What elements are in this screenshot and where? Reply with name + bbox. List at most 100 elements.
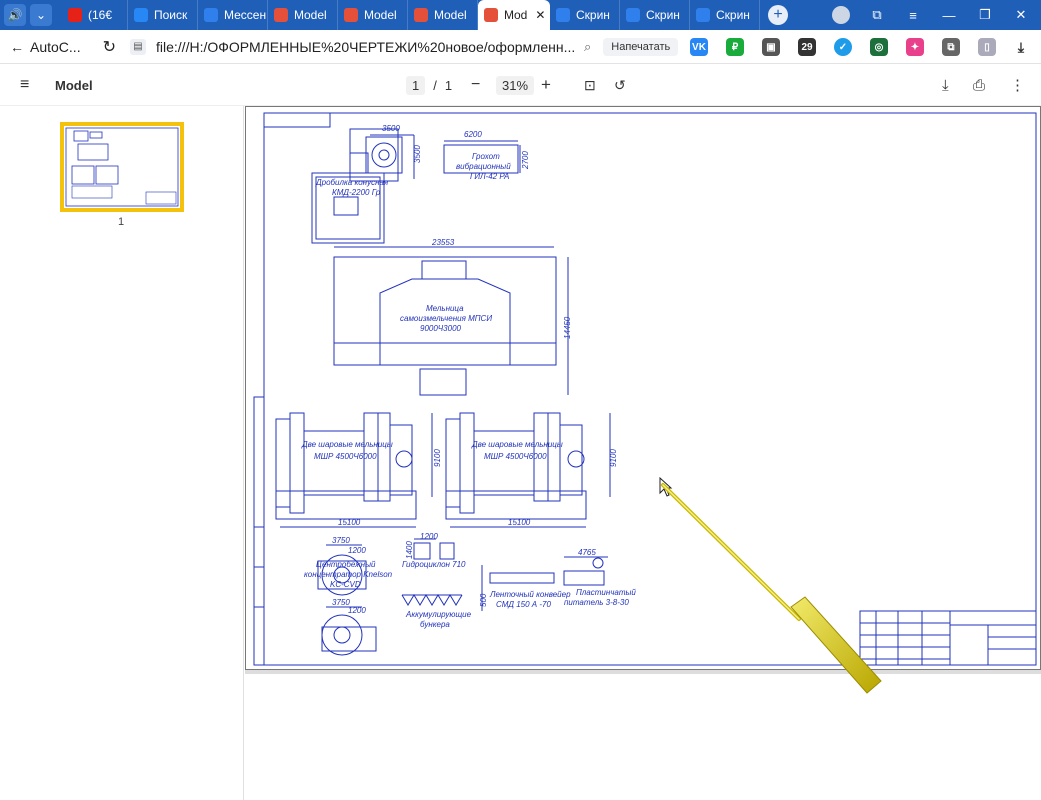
ball-mill-right (445, 412, 611, 528)
box-extension-icon[interactable]: ▣ (762, 38, 780, 56)
print-pdf-icon[interactable]: ⎙ (973, 64, 985, 106)
profile-avatar[interactable] (832, 6, 850, 24)
bunker-label-1: Аккумулирующие (405, 610, 472, 619)
screen-label-1: Грохот (472, 152, 500, 161)
back-button[interactable]: ← AutoC... (10, 39, 81, 55)
conveyor-label-2: СМД 150 А -70 (496, 600, 551, 609)
menu-icon[interactable]: ≡ (896, 0, 930, 30)
thumbnail-page-number: 1 (118, 216, 125, 228)
restore-icon[interactable]: ❐ (968, 0, 1002, 30)
zoom-level-input[interactable]: 31% (496, 75, 535, 95)
tab-label: Model (364, 8, 397, 22)
file-icon: ▤ (130, 38, 146, 55)
document-title: Model (55, 77, 93, 93)
print-button[interactable]: Напечатать (603, 37, 679, 56)
download-pdf-icon[interactable]: ⤓ (942, 64, 949, 106)
check-extension-icon[interactable]: ✓ (834, 38, 852, 56)
minimize-icon[interactable]: — (932, 0, 966, 30)
browser-tab[interactable]: Model (338, 0, 408, 30)
pdf-toolbar: ≡ Model 1 / 1 − 31% + ⊡ ↺ ⤓ ⎙ ⋮ (0, 64, 1041, 106)
conc-label-3: KC-CVD (330, 580, 361, 589)
page-number-input[interactable]: 1 (406, 75, 426, 95)
screen-dim-h: 2700 (521, 151, 530, 170)
screenshot-icon (556, 8, 570, 22)
sidebar-menu-icon[interactable]: ≡ (20, 64, 29, 106)
tab-list: (16€ Поиск Мессен Model Model Model Mod ✕ Скрин С… (62, 0, 760, 30)
screen-label-2: вибрационный (456, 162, 511, 171)
pdf-icon (274, 8, 288, 22)
pdf-icon (414, 8, 428, 22)
browser-tab[interactable]: Mod ✕ (478, 0, 550, 30)
more-options-icon[interactable]: ⋮ (1010, 64, 1025, 106)
back-label: AutoC... (30, 38, 81, 55)
reload-icon[interactable]: ↻ (103, 37, 116, 57)
page-thumbnail[interactable] (60, 122, 184, 212)
browser-tab[interactable]: Поиск (128, 0, 198, 30)
browser-tab[interactable]: Скрин (620, 0, 690, 30)
page-extension-icon[interactable]: ▯ (978, 38, 996, 56)
hydro-label: Гидроциклон 710 (402, 560, 466, 569)
browser-tab[interactable]: Мессен (198, 0, 268, 30)
back-arrow-icon: ← (10, 38, 24, 55)
screen-dim-w: 6200 (464, 130, 482, 139)
star-extension-icon[interactable]: ✦ (906, 38, 924, 56)
pdf-page: Дробилка конусная КМД-2200 Гр 3500 3500 … (245, 106, 1041, 670)
mill-label-2: самоизмельчения МПСИ (400, 314, 492, 323)
tab-label: Model (434, 8, 467, 22)
crusher-dim-w: 3500 (382, 124, 400, 133)
browser-tab[interactable]: Скрин (690, 0, 760, 30)
browser-tab[interactable]: Model (268, 0, 338, 30)
crusher-label-1: Дробилка конусная (315, 178, 389, 187)
browser-tab[interactable]: Скрин (550, 0, 620, 30)
tab-label: Поиск (154, 8, 188, 22)
tab-label: Скрин (646, 8, 680, 22)
tab-label: Мессен (224, 8, 267, 22)
ruble-extension-icon[interactable]: ₽ (726, 38, 744, 56)
mill-label-1: Мельница (426, 304, 464, 313)
screen-label-3: ГИЛ-42 РА (470, 172, 509, 181)
feeder (563, 556, 608, 586)
zoom-in-button[interactable]: + (541, 64, 551, 106)
page-total: 1 (444, 77, 453, 93)
conveyor-label-1: Ленточный конвейер (489, 590, 571, 599)
browser-tab[interactable]: (16€ (62, 0, 128, 30)
crusher-dim-h: 3500 (413, 145, 422, 163)
browser-tab[interactable]: Model (408, 0, 478, 30)
find-icon[interactable]: ⌕ (584, 39, 591, 55)
feeder-label-1: Пластинчатый (576, 588, 636, 597)
ball-mill-left-label-1: Две шаровые мельницы (301, 440, 393, 449)
rotate-icon[interactable]: ↺ (614, 64, 626, 106)
vk-extension-icon[interactable]: VK (690, 38, 708, 56)
pdf-icon (484, 8, 498, 22)
collections-icon[interactable]: ⧉ (860, 0, 894, 30)
feeder-label-2: питатель 3-8-30 (564, 598, 629, 607)
document-viewport[interactable]: Дробилка конусная КМД-2200 Гр 3500 3500 … (245, 106, 1041, 800)
conc-dim-h: 1200 (348, 546, 366, 555)
close-tab-icon[interactable]: ✕ (535, 8, 545, 22)
conc2-dim-h: 1200 (348, 606, 366, 615)
drawing-corner-stamp (263, 112, 331, 128)
tab-label: Скрин (716, 8, 750, 22)
tab-label: Mod (504, 8, 528, 22)
bunkers (401, 594, 463, 606)
download-icon[interactable]: ⤓ (1012, 38, 1030, 56)
spiral-extension-icon[interactable]: ◎ (870, 38, 888, 56)
ball-mill-left-label-2: МШР 4500Ч6000 (314, 452, 377, 461)
puzzle-extension-icon[interactable]: ⧉ (942, 38, 960, 56)
close-window-icon[interactable]: ✕ (1004, 0, 1038, 30)
screwdriver-pointer-icon (661, 483, 882, 694)
sound-icon[interactable]: 🔊 (4, 4, 26, 26)
crusher-label-2: КМД-2200 Гр (332, 188, 381, 197)
hydro-dim-w: 1200 (420, 532, 438, 541)
new-tab-button[interactable]: + (768, 5, 788, 25)
messenger-icon (204, 8, 218, 22)
url-field[interactable]: file:///H:/ОФОРМЛЕННЫЕ%20ЧЕРТЕЖИ%20новое… (156, 39, 576, 55)
tab-label: Model (294, 8, 327, 22)
zoom-out-button[interactable]: − (471, 64, 480, 106)
mill-dim-h: 14450 (563, 316, 572, 339)
tab-list-chevron-icon[interactable]: ⌄ (30, 4, 52, 26)
fit-page-icon[interactable]: ⊡ (584, 64, 596, 106)
mill-label-3: 9000Ч3000 (420, 324, 462, 333)
tv-extension-icon[interactable]: 29 (798, 38, 816, 56)
cad-drawing: Дробилка конусная КМД-2200 Гр 3500 3500 … (253, 112, 1037, 666)
